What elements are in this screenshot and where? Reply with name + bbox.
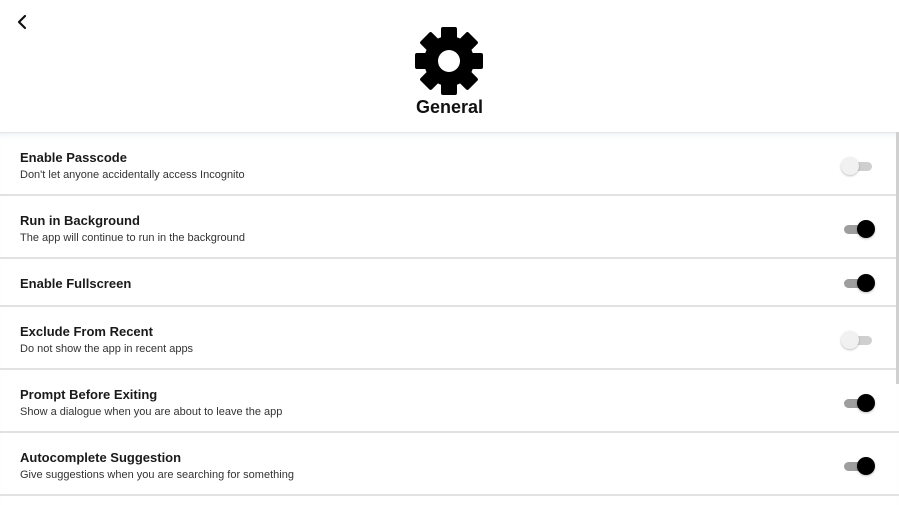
setting-title: Prompt Before Exiting — [20, 387, 158, 402]
setting-title: Exclude From Recent — [20, 324, 153, 339]
page-title: General — [415, 97, 484, 117]
setting-title: Enable Passcode — [20, 150, 127, 165]
app-window: General Enable Passcode Don't let anyone… — [0, 0, 899, 505]
setting-row-run-in-background[interactable]: Run in Background The app will continue … — [0, 196, 899, 259]
enable-passcode-toggle[interactable] — [841, 157, 875, 175]
autocomplete-suggestion-toggle[interactable] — [841, 457, 875, 475]
setting-row-enable-passcode[interactable]: Enable Passcode Don't let anyone acciden… — [0, 133, 899, 196]
setting-row-autocomplete-suggestion[interactable]: Autocomplete Suggestion Give suggestions… — [0, 433, 899, 496]
enable-fullscreen-toggle[interactable] — [841, 274, 875, 292]
setting-title: Run in Background — [20, 213, 140, 228]
setting-subtitle: The app will continue to run in the back… — [20, 232, 246, 244]
toggle-thumb — [857, 220, 875, 238]
setting-subtitle: Show a dialogue when you are about to le… — [20, 406, 283, 418]
toggle-thumb — [841, 157, 859, 175]
toggle-thumb — [857, 457, 875, 475]
header: General — [0, 0, 899, 133]
setting-row-exclude-from-recent[interactable]: Exclude From Recent Do not show the app … — [0, 307, 899, 370]
setting-subtitle: Don't let anyone accidentally access Inc… — [20, 169, 245, 181]
settings-list: Enable Passcode Don't let anyone acciden… — [0, 132, 899, 505]
setting-subtitle: Give suggestions when you are searching … — [20, 469, 294, 481]
back-button[interactable] — [8, 8, 36, 36]
toggle-thumb — [857, 274, 875, 292]
setting-title: Autocomplete Suggestion — [20, 450, 182, 465]
prompt-before-exiting-toggle[interactable] — [841, 394, 875, 412]
toggle-thumb — [857, 394, 875, 412]
chevron-left-icon — [17, 14, 27, 30]
toggle-thumb — [841, 331, 859, 349]
setting-row-enable-fullscreen[interactable]: Enable Fullscreen — [0, 259, 899, 307]
run-in-background-toggle[interactable] — [841, 220, 875, 238]
setting-title: Enable Fullscreen — [20, 276, 132, 291]
setting-subtitle: Do not show the app in recent apps — [20, 343, 194, 355]
gear-icon — [415, 27, 483, 95]
exclude-from-recent-toggle[interactable] — [841, 331, 875, 349]
setting-row-prompt-before-exiting[interactable]: Prompt Before Exiting Show a dialogue wh… — [0, 370, 899, 433]
